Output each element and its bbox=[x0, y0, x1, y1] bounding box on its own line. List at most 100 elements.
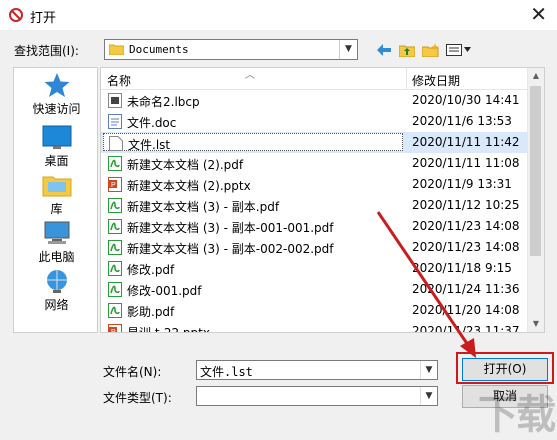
scrollbar-thumb[interactable] bbox=[530, 86, 541, 256]
file-row[interactable]: 文件.doc 2020/11/6 13:53 bbox=[101, 111, 529, 132]
pdf-file-icon bbox=[108, 198, 122, 213]
file-name-cell[interactable]: 影助.pdf bbox=[103, 301, 403, 319]
place-quick-access[interactable]: 快速访问 bbox=[14, 72, 99, 117]
file-row[interactable]: 新建文本文档 (3) - 副本-001-001.pdf 2020/11/23 14… bbox=[101, 216, 529, 237]
place-label: 库 bbox=[50, 202, 63, 216]
file-name: 文件.doc bbox=[127, 116, 177, 130]
file-date: 2020/11/6 13:53 bbox=[412, 114, 512, 128]
lbcp-file-icon bbox=[108, 93, 122, 108]
filename-field[interactable]: 文件.lst ▼ bbox=[196, 360, 438, 380]
file-date: 2020/11/23 14:08 bbox=[412, 240, 520, 254]
file-row[interactable]: 未命名2.lbcp 2020/10/30 14:41 bbox=[101, 90, 529, 111]
file-name: 修改-001.pdf bbox=[127, 284, 202, 298]
list-header: ︿ 名称 修改日期 bbox=[101, 68, 529, 90]
up-folder-icon[interactable] bbox=[396, 39, 418, 61]
svg-text:P: P bbox=[111, 182, 116, 189]
column-divider[interactable] bbox=[406, 68, 407, 89]
place-label: 快速访问 bbox=[32, 102, 81, 116]
new-folder-icon[interactable] bbox=[420, 39, 442, 61]
network-icon bbox=[46, 270, 67, 293]
window-title: 打开 bbox=[30, 11, 57, 26]
file-row[interactable]: P 易训.t-22.pptx 2020/11/23 11:37 bbox=[101, 321, 529, 333]
star-icon bbox=[44, 73, 69, 97]
column-header-date[interactable]: 修改日期 bbox=[412, 72, 460, 89]
highlight-box bbox=[456, 352, 554, 384]
pdf-file-icon bbox=[108, 303, 122, 318]
filetype-label: 文件类型(T): bbox=[103, 391, 172, 405]
back-arrow-icon[interactable] bbox=[373, 39, 395, 61]
computer-icon bbox=[44, 221, 69, 244]
watermark-logo: 下载 bbox=[478, 392, 556, 438]
file-date: 2020/11/12 10:25 bbox=[412, 198, 520, 212]
file-name-cell[interactable]: 新建文本文档 (3) - 副本-001-001.pdf bbox=[103, 217, 403, 235]
vertical-scrollbar[interactable]: ▲ ▼ bbox=[527, 68, 544, 332]
filename-value: 文件.lst bbox=[200, 365, 253, 379]
close-icon[interactable]: ✕ bbox=[530, 2, 547, 26]
place-desktop[interactable]: 桌面 bbox=[14, 124, 99, 169]
pdf-file-icon bbox=[108, 282, 122, 297]
view-menu-icon[interactable] bbox=[444, 39, 474, 61]
filename-label: 文件名(N): bbox=[103, 365, 162, 379]
file-date: 2020/11/11 11:42 bbox=[412, 135, 520, 149]
file-name-cell[interactable]: 文件.lst bbox=[103, 133, 403, 152]
file-name-cell[interactable]: P 新建文本文档 (2).pptx bbox=[103, 175, 403, 193]
lookin-combo[interactable]: Documents ▼ bbox=[104, 39, 358, 60]
desktop-icon bbox=[42, 125, 71, 149]
pdf-file-icon bbox=[108, 156, 122, 171]
file-row[interactable]: 新建文本文档 (3) - 副本-002-002.pdf 2020/11/23 14… bbox=[101, 237, 529, 258]
file-list[interactable]: ︿ 名称 修改日期 未命名2.lbcp 2020/10/30 14:41 文件.do… bbox=[100, 67, 545, 333]
filetype-select[interactable]: ▼ bbox=[196, 386, 438, 406]
file-date: 2020/10/30 14:41 bbox=[412, 93, 520, 107]
file-name-cell[interactable]: 文件.doc bbox=[103, 112, 403, 130]
chevron-down-icon[interactable]: ▼ bbox=[420, 387, 437, 405]
file-name: 新建文本文档 (3) - 副本-001-001.pdf bbox=[127, 221, 334, 235]
places-bar: 快速访问 桌面 库 此电脑 网络 bbox=[13, 67, 98, 333]
lst-file-icon bbox=[109, 136, 123, 151]
file-name-cell[interactable]: 新建文本文档 (3) - 副本-002-002.pdf bbox=[103, 238, 403, 256]
file-name-cell[interactable]: P 易训.t-22.pptx bbox=[103, 322, 403, 333]
chevron-down-icon[interactable]: ▼ bbox=[339, 40, 357, 59]
pdf-file-icon bbox=[108, 240, 122, 255]
lookin-label: 查找范围(I): bbox=[14, 44, 79, 58]
file-row[interactable]: 新建文本文档 (3) - 副本.pdf 2020/11/12 10:25 bbox=[101, 195, 529, 216]
file-date: 2020/11/23 14:08 bbox=[412, 219, 520, 233]
place-this-pc[interactable]: 此电脑 bbox=[14, 220, 99, 265]
file-name: 新建文本文档 (3) - 副本.pdf bbox=[127, 200, 280, 214]
file-name: 修改.pdf bbox=[127, 263, 175, 277]
sort-indicator-icon: ︿ bbox=[245, 70, 255, 81]
file-row[interactable]: 新建文本文档 (2).pdf 2020/11/11 11:08 bbox=[101, 153, 529, 174]
svg-text:P: P bbox=[111, 329, 116, 333]
scroll-up-icon[interactable]: ▲ bbox=[528, 68, 544, 84]
file-date: 2020/11/24 11:36 bbox=[412, 282, 520, 296]
pptx-file-icon: P bbox=[108, 324, 122, 333]
file-name-cell[interactable]: 未命名2.lbcp bbox=[103, 91, 403, 109]
lookin-value: Documents bbox=[129, 43, 189, 56]
file-row[interactable]: 影助.pdf 2020/11/20 14:08 bbox=[101, 300, 529, 321]
file-date: 2020/11/18 9:15 bbox=[412, 261, 512, 275]
place-library[interactable]: 库 bbox=[14, 172, 99, 217]
file-date: 2020/11/23 11:37 bbox=[412, 324, 520, 333]
place-network[interactable]: 网络 bbox=[14, 268, 99, 313]
library-icon bbox=[42, 176, 71, 197]
file-name: 未命名2.lbcp bbox=[127, 95, 200, 109]
file-name: 影助.pdf bbox=[127, 305, 175, 319]
file-row[interactable]: P 新建文本文档 (2).pptx 2020/11/9 13:31 bbox=[101, 174, 529, 195]
file-row[interactable]: 修改-001.pdf 2020/11/24 11:36 bbox=[101, 279, 529, 300]
file-name-cell[interactable]: 修改-001.pdf bbox=[103, 280, 403, 298]
file-row[interactable]: 文件.lst 2020/11/11 11:42 bbox=[101, 132, 529, 153]
file-date: 2020/11/9 13:31 bbox=[412, 177, 512, 191]
chevron-down-icon[interactable]: ▼ bbox=[420, 361, 437, 379]
file-name: 易训.t-22.pptx bbox=[127, 326, 210, 333]
file-name-cell[interactable]: 修改.pdf bbox=[103, 259, 403, 277]
file-name: 新建文本文档 (3) - 副本-002-002.pdf bbox=[127, 242, 334, 256]
scroll-down-icon[interactable]: ▼ bbox=[528, 316, 544, 332]
pdf-file-icon bbox=[108, 219, 122, 234]
place-label: 此电脑 bbox=[38, 250, 75, 264]
doc-file-icon bbox=[108, 114, 122, 129]
file-name: 新建文本文档 (2).pptx bbox=[127, 179, 251, 193]
file-row[interactable]: 修改.pdf 2020/11/18 9:15 bbox=[101, 258, 529, 279]
file-name-cell[interactable]: 新建文本文档 (2).pdf bbox=[103, 154, 403, 172]
pptx-file-icon: P bbox=[108, 177, 122, 192]
column-header-name[interactable]: 名称 bbox=[107, 72, 131, 89]
file-name-cell[interactable]: 新建文本文档 (3) - 副本.pdf bbox=[103, 196, 403, 214]
